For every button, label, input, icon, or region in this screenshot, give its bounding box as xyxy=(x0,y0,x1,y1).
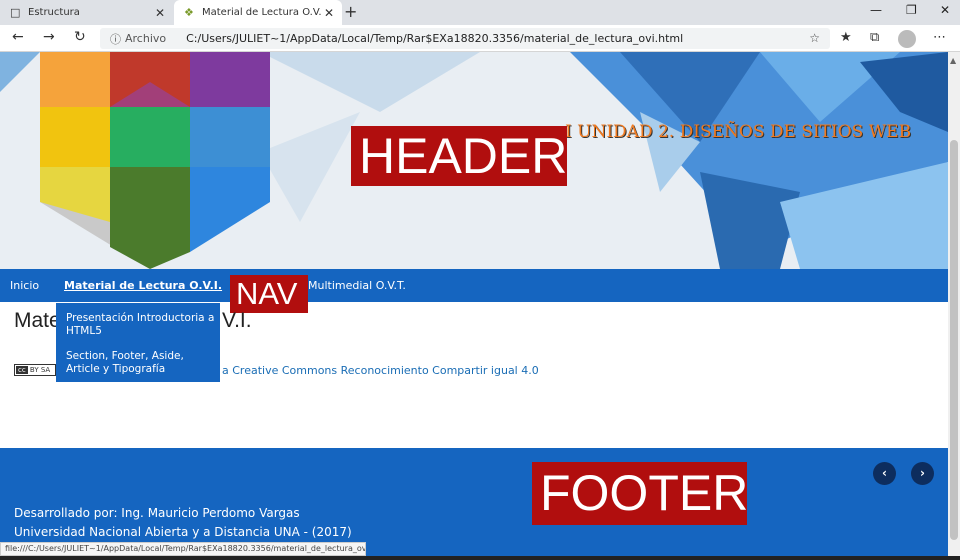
maximize-icon[interactable]: ❐ xyxy=(906,3,917,17)
close-icon[interactable]: ✕ xyxy=(322,6,336,20)
dropdown-item-section-footer[interactable]: Section, Footer, Aside, Article y Tipogr… xyxy=(66,350,216,376)
window-close-icon[interactable]: ✕ xyxy=(940,3,950,17)
footer-overlay-label: FOOTER xyxy=(532,462,748,525)
profile-avatar[interactable] xyxy=(898,30,916,48)
taskbar-strip xyxy=(0,556,960,560)
nav-item-multimedial[interactable]: Multimedial O.V.T. xyxy=(308,279,406,292)
nav-overlay-label: NAV xyxy=(230,275,308,313)
scroll-up-icon[interactable]: ▲ xyxy=(950,56,956,65)
page-title-end: V.I. xyxy=(222,309,252,332)
unit-title: I UNIDAD 2. DISEÑOS DE SITIOS WEB xyxy=(565,122,912,142)
header-overlay-label: HEADER xyxy=(351,126,567,186)
prev-arrow-button[interactable]: ‹ xyxy=(873,462,896,485)
nav-item-material[interactable]: Material de Lectura O.V.I. xyxy=(64,279,222,292)
next-arrow-button[interactable]: › xyxy=(911,462,934,485)
tab-estructura[interactable]: □ Estructura ✕ xyxy=(0,0,173,25)
url-text[interactable]: C:/Users/JULIET~1/AppData/Local/Temp/Rar… xyxy=(186,32,683,45)
site-nav: Inicio Material de Lectura O.V.I. Multim… xyxy=(0,269,948,302)
new-tab-button[interactable]: + xyxy=(344,2,357,21)
tab-material[interactable]: ❖ Material de Lectura O.V.I. | OVI U ✕ xyxy=(174,0,342,25)
info-icon[interactable]: ⓘ xyxy=(110,31,121,47)
page-viewport: I UNIDAD 2. DISEÑOS DE SITIOS WEB HEADER… xyxy=(0,52,948,560)
nav-dropdown-menu: Presentación Introductoria a HTML5 Secti… xyxy=(56,303,220,382)
tab-label: Material de Lectura O.V.I. | OVI U xyxy=(202,7,322,18)
forward-icon[interactable]: → xyxy=(43,29,55,45)
scrollbar-thumb[interactable] xyxy=(950,140,958,540)
footer-university: Universidad Nacional Abierta y a Distanc… xyxy=(14,525,352,539)
page-title-start: Mate xyxy=(14,309,61,332)
collections-icon[interactable]: ⧉ xyxy=(870,30,879,45)
more-menu-icon[interactable]: ⋯ xyxy=(933,30,946,45)
minimize-icon[interactable]: — xyxy=(870,3,882,17)
refresh-icon[interactable]: ↻ xyxy=(74,29,86,45)
puzzle-icon: ❖ xyxy=(184,5,194,19)
favorites-icon[interactable]: ★ xyxy=(840,30,852,45)
browser-toolbar: ← → ↻ ⓘ Archivo C:/Users/JULIET~1/AppDat… xyxy=(0,25,960,52)
address-bar[interactable]: ⓘ Archivo C:/Users/JULIET~1/AppData/Loca… xyxy=(100,28,830,49)
creative-commons-badge[interactable]: cc BY SA xyxy=(14,364,56,376)
dropdown-item-presentacion[interactable]: Presentación Introductoria a HTML5 xyxy=(66,312,216,338)
address-prefix: Archivo xyxy=(125,32,167,45)
license-link[interactable]: a Creative Commons Reconocimiento Compar… xyxy=(222,364,539,377)
footer-developer: Desarrollado por: Ing. Mauricio Perdomo … xyxy=(14,506,300,520)
back-icon[interactable]: ← xyxy=(12,29,24,45)
close-icon[interactable]: ✕ xyxy=(153,6,167,20)
tab-bar: □ Estructura ✕ ❖ Material de Lectura O.V… xyxy=(0,0,960,25)
status-bar-url: file:///C:/Users/JULIET~1/AppData/Local/… xyxy=(0,542,366,556)
page-icon: □ xyxy=(10,5,21,19)
tab-label: Estructura xyxy=(28,7,80,18)
favorite-star-icon[interactable]: ☆ xyxy=(809,31,820,45)
nav-item-inicio[interactable]: Inicio xyxy=(10,279,39,292)
site-header: I UNIDAD 2. DISEÑOS DE SITIOS WEB HEADER xyxy=(0,52,948,269)
